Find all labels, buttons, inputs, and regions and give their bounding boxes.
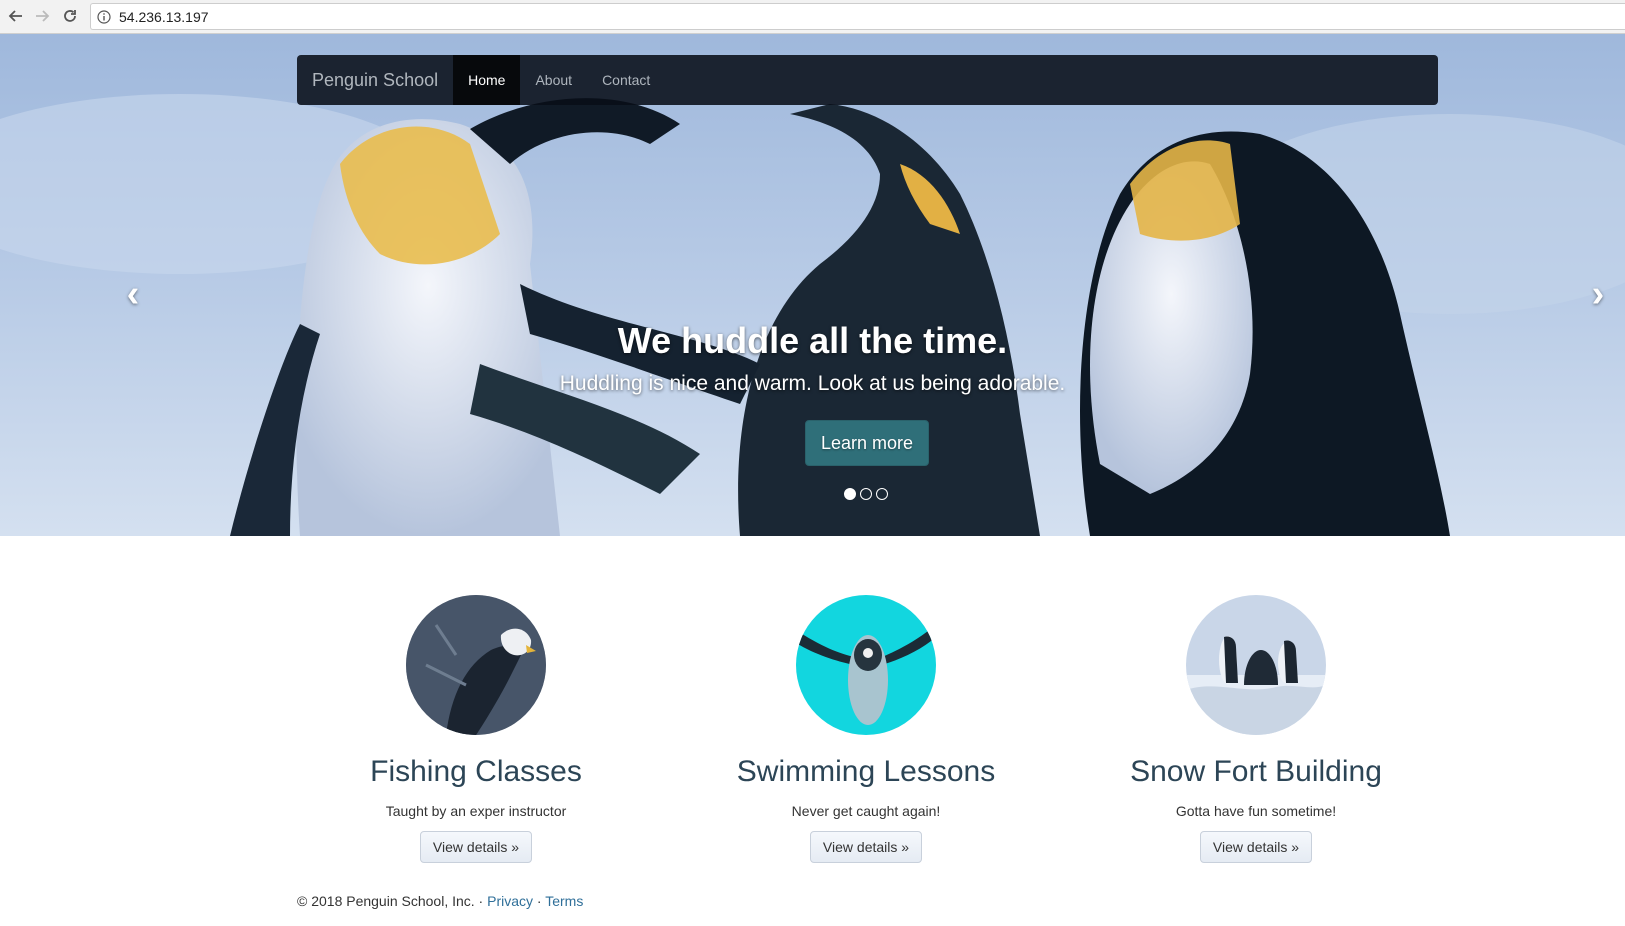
back-icon[interactable] — [6, 6, 26, 26]
browser-toolbar: 54.236.13.197 — [0, 0, 1625, 34]
view-details-button[interactable]: View details » — [809, 831, 923, 863]
brand-link[interactable]: Penguin School — [297, 55, 453, 105]
carousel-heading: We huddle all the time. — [617, 320, 1008, 361]
view-details-button[interactable]: View details » — [419, 831, 533, 863]
feature-fishing: Fishing Classes Taught by an exper instr… — [281, 595, 671, 863]
feature-title: Fishing Classes — [370, 755, 582, 788]
terms-link[interactable]: Terms — [545, 893, 583, 909]
carousel-text: Huddling is nice and warm. Look at us be… — [559, 372, 1066, 395]
feature-snow-fort: Snow Fort Building Gotta have fun someti… — [1061, 595, 1451, 863]
nav-contact[interactable]: Contact — [587, 55, 665, 105]
feature-swimming: Swimming Lessons Never get caught again!… — [671, 595, 1061, 863]
feature-text: Never get caught again! — [791, 803, 941, 819]
chevron-left-icon[interactable]: ‹ — [113, 273, 153, 315]
feature-text: Taught by an exper instructor — [385, 803, 567, 819]
eagle-photo — [406, 595, 546, 735]
chevron-right-icon[interactable]: › — [1578, 273, 1618, 315]
url-text: 54.236.13.197 — [119, 8, 209, 25]
address-bar[interactable]: 54.236.13.197 — [90, 3, 1625, 30]
carousel-indicator-2[interactable] — [860, 488, 872, 500]
privacy-link[interactable]: Privacy — [487, 893, 533, 909]
feature-text: Gotta have fun sometime! — [1175, 803, 1337, 819]
info-icon[interactable] — [97, 9, 111, 24]
footer-separator: · — [533, 893, 546, 909]
site-navbar: Penguin School Home About Contact — [297, 55, 1438, 105]
feature-title: Snow Fort Building — [1130, 755, 1382, 788]
forward-icon[interactable] — [32, 6, 52, 26]
view-details-button[interactable]: View details » — [1199, 831, 1313, 863]
copyright-text: © 2018 Penguin School, Inc. · — [297, 893, 488, 909]
carousel: Penguin School Home About Contact ‹ › We… — [0, 34, 1625, 536]
nav-home[interactable]: Home — [453, 55, 521, 105]
reload-icon[interactable] — [60, 6, 80, 26]
swimming-penguin-photo — [796, 595, 936, 735]
feature-title: Swimming Lessons — [736, 755, 996, 788]
nav-about[interactable]: About — [520, 55, 587, 105]
carousel-indicator-3[interactable] — [876, 488, 888, 500]
footer: © 2018 Penguin School, Inc. · Privacy · … — [297, 893, 583, 909]
carousel-indicator-1[interactable] — [844, 488, 856, 500]
carousel-indicators — [844, 488, 888, 500]
learn-more-button[interactable]: Learn more — [805, 420, 929, 466]
penguins-in-snow-photo — [1186, 595, 1326, 735]
